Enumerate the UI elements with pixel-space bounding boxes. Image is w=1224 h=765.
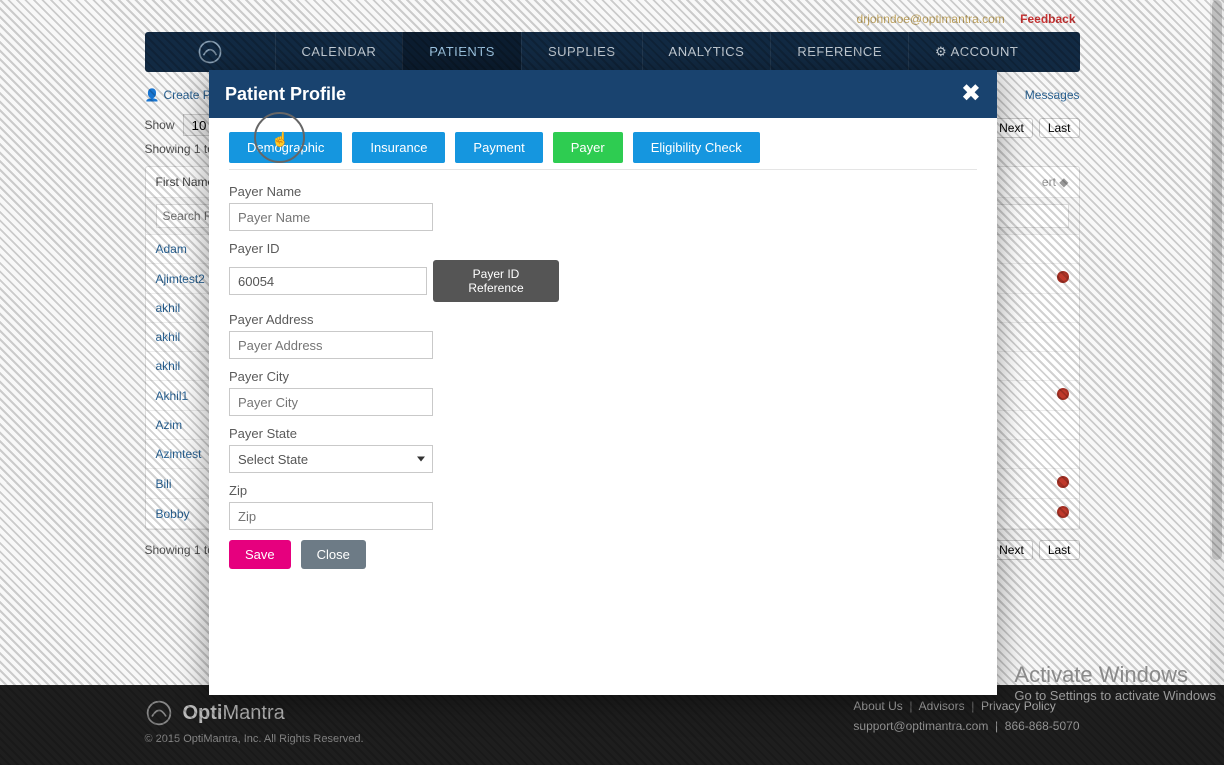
nav-patients[interactable]: PATIENTS xyxy=(402,32,521,72)
patient-name: Bili xyxy=(156,477,172,491)
patient-name: Bobby xyxy=(156,507,190,521)
footer-support-phone: 866-868-5070 xyxy=(1005,719,1080,733)
footer-advisors[interactable]: Advisors xyxy=(919,699,965,713)
nav-analytics[interactable]: ANALYTICS xyxy=(642,32,771,72)
nav-reference[interactable]: REFERENCE xyxy=(770,32,908,72)
feedback-link[interactable]: Feedback xyxy=(1020,12,1075,26)
patient-name: Azim xyxy=(156,418,183,432)
patient-name: Akhil1 xyxy=(156,389,189,403)
save-button[interactable]: Save xyxy=(229,540,291,569)
payer-state-label: Payer State xyxy=(229,426,559,441)
tab-payment[interactable]: Payment xyxy=(455,132,542,163)
modal-close-button[interactable]: ✖ xyxy=(961,82,981,106)
pager-last-bottom[interactable]: Last xyxy=(1039,540,1080,560)
patient-name: Ajimtest2 xyxy=(156,272,205,286)
alert-icon xyxy=(1057,388,1069,403)
payer-city-label: Payer City xyxy=(229,369,559,384)
messages-link[interactable]: Messages xyxy=(1025,88,1080,102)
footer-copyright: © 2015 OptiMantra, Inc. All Rights Reser… xyxy=(145,733,364,745)
payer-id-label: Payer ID xyxy=(229,241,559,256)
patient-name: Adam xyxy=(156,242,187,256)
modal-header: Patient Profile ✖ xyxy=(209,70,997,118)
pager-last-top[interactable]: Last xyxy=(1039,118,1080,138)
nav-calendar[interactable]: CALENDAR xyxy=(275,32,403,72)
patient-name: akhil xyxy=(156,330,181,344)
user-plus-icon: 👤 xyxy=(145,88,160,102)
modal-title: Patient Profile xyxy=(225,84,346,105)
footer-logo-icon xyxy=(145,699,173,727)
viewport-scrollbar[interactable] xyxy=(1210,0,1224,765)
patient-profile-modal: Patient Profile ✖ Demographic Insurance … xyxy=(209,70,997,695)
close-button[interactable]: Close xyxy=(301,540,366,569)
alert-icon xyxy=(1057,271,1069,286)
payer-id-input[interactable] xyxy=(229,267,427,295)
tab-payer[interactable]: Payer xyxy=(553,132,623,163)
top-links: drjohndoe@optimantra.com Feedback xyxy=(145,0,1080,32)
footer: OptiMantra © 2015 OptiMantra, Inc. All R… xyxy=(0,685,1224,765)
col-alert[interactable]: ert ◆ xyxy=(1042,175,1069,189)
nav-supplies[interactable]: SUPPLIES xyxy=(521,32,642,72)
tab-demographic[interactable]: Demographic xyxy=(229,132,342,163)
footer-about[interactable]: About Us xyxy=(853,699,902,713)
alert-icon xyxy=(1057,476,1069,491)
patient-name: akhil xyxy=(156,359,181,373)
payer-name-input[interactable] xyxy=(229,203,433,231)
payer-address-label: Payer Address xyxy=(229,312,559,327)
zip-input[interactable] xyxy=(229,502,433,530)
patient-name: akhil xyxy=(156,301,181,315)
footer-privacy[interactable]: Privacy Policy xyxy=(981,699,1056,713)
payer-address-input[interactable] xyxy=(229,331,433,359)
nav-account[interactable]: ACCOUNT xyxy=(908,32,1044,72)
payer-name-label: Payer Name xyxy=(229,184,559,199)
col-first-name[interactable]: First Name xyxy=(156,175,215,189)
show-label: Show xyxy=(145,118,175,132)
alert-icon xyxy=(1057,506,1069,521)
tab-eligibility-check[interactable]: Eligibility Check xyxy=(633,132,760,163)
payer-city-input[interactable] xyxy=(229,388,433,416)
modal-tabs: Demographic Insurance Payment Payer Elig… xyxy=(229,132,977,170)
footer-support-email[interactable]: support@optimantra.com xyxy=(853,719,988,733)
tab-insurance[interactable]: Insurance xyxy=(352,132,445,163)
patient-name: Azimtest xyxy=(156,447,202,461)
payer-id-reference-button[interactable]: Payer ID Reference xyxy=(433,260,559,302)
user-email[interactable]: drjohndoe@optimantra.com xyxy=(857,12,1005,26)
zip-label: Zip xyxy=(229,483,559,498)
brand-logo[interactable] xyxy=(145,32,275,72)
main-nav: CALENDAR PATIENTS SUPPLIES ANALYTICS REF… xyxy=(145,32,1080,72)
logo-icon xyxy=(197,39,223,65)
footer-brand: OptiMantra xyxy=(145,699,364,727)
payer-state-select[interactable]: Select State xyxy=(229,445,433,473)
payer-form: Payer Name Payer ID Payer ID Reference P… xyxy=(229,184,559,569)
